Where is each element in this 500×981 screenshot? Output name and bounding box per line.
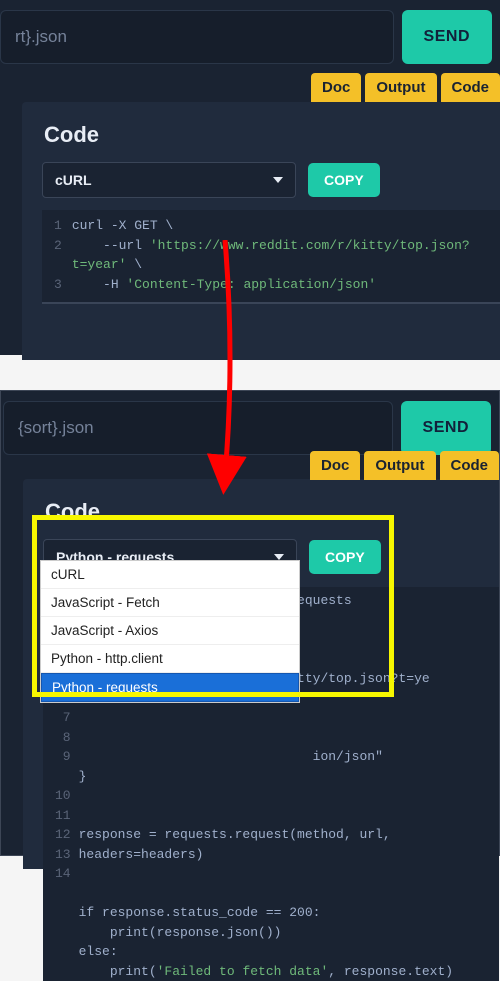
language-dropdown-menu[interactable]: cURL JavaScript - Fetch JavaScript - Axi… — [40, 560, 300, 703]
section-title: Code — [23, 479, 499, 539]
url-input[interactable]: rt}.json — [0, 10, 394, 64]
dropdown-option-curl[interactable]: cURL — [41, 561, 299, 589]
tab-doc[interactable]: Doc — [311, 73, 361, 102]
section-title: Code — [22, 102, 500, 162]
dropdown-option-python-httpclient[interactable]: Python - http.client — [41, 645, 299, 673]
send-button[interactable]: SEND — [402, 10, 492, 64]
code-card: Doc Output Code Code cURL COPY 123 curl … — [22, 102, 500, 360]
tab-bar: Doc Output Code — [310, 451, 499, 480]
line-numbers: 123 — [42, 216, 72, 294]
tab-output[interactable]: Output — [364, 451, 435, 480]
chevron-down-icon — [273, 177, 283, 183]
copy-button[interactable]: COPY — [308, 163, 380, 197]
tab-doc[interactable]: Doc — [310, 451, 360, 480]
copy-button[interactable]: COPY — [309, 540, 381, 574]
dropdown-option-js-fetch[interactable]: JavaScript - Fetch — [41, 589, 299, 617]
tab-code[interactable]: Code — [440, 451, 500, 480]
send-button[interactable]: SEND — [401, 401, 491, 455]
code-content: curl -X GET \ --url 'https://www.reddit.… — [72, 216, 470, 294]
tab-code[interactable]: Code — [441, 73, 500, 102]
tab-bar: Doc Output Code — [311, 73, 500, 102]
top-screenshot: rt}.json SEND Doc Output Code Code cURL … — [0, 0, 500, 355]
tab-output[interactable]: Output — [365, 73, 436, 102]
url-input[interactable]: {sort}.json — [3, 401, 393, 455]
language-select[interactable]: cURL — [42, 162, 296, 198]
url-bar: rt}.json SEND — [0, 0, 500, 74]
dropdown-option-python-requests[interactable]: Python - requests — [41, 673, 299, 702]
language-select-value: cURL — [55, 172, 92, 188]
code-block: 123 curl -X GET \ --url 'https://www.red… — [42, 210, 500, 304]
dropdown-option-js-axios[interactable]: JavaScript - Axios — [41, 617, 299, 645]
